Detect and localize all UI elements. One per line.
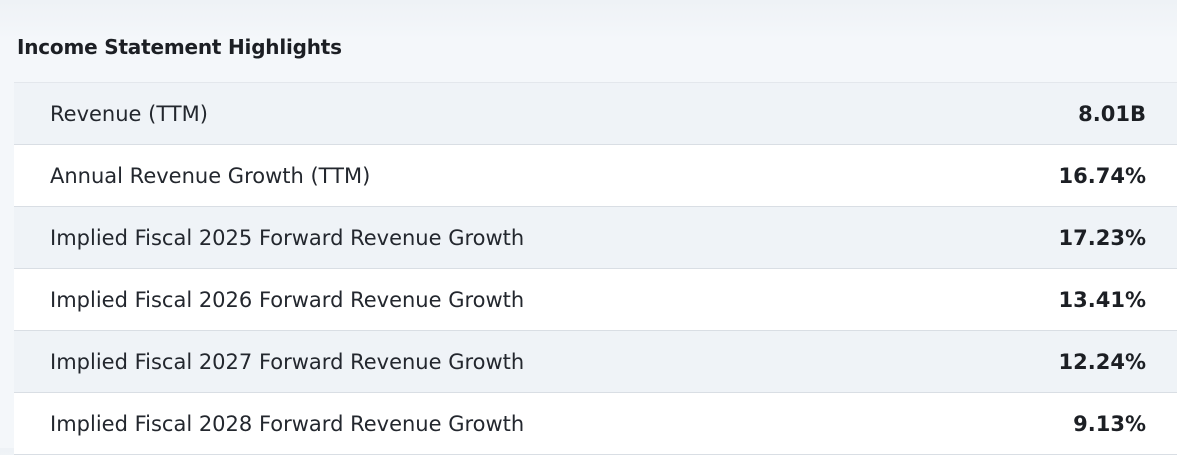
table-row-fiscal-2026-growth: Implied Fiscal 2026 Forward Revenue Grow… bbox=[14, 269, 1177, 331]
row-value: 9.13% bbox=[1073, 411, 1146, 436]
row-value: 12.24% bbox=[1058, 349, 1146, 374]
table-row-fiscal-2025-growth: Implied Fiscal 2025 Forward Revenue Grow… bbox=[14, 207, 1177, 269]
row-label: Implied Fiscal 2026 Forward Revenue Grow… bbox=[50, 287, 525, 312]
table-row-annual-revenue-growth: Annual Revenue Growth (TTM) 16.74% bbox=[14, 145, 1177, 207]
row-value: 16.74% bbox=[1058, 163, 1146, 188]
table-row-fiscal-2028-growth: Implied Fiscal 2028 Forward Revenue Grow… bbox=[14, 393, 1177, 455]
income-statement-highlights-section: Income Statement Highlights Revenue (TTM… bbox=[0, 0, 1177, 455]
row-value: 13.41% bbox=[1058, 287, 1146, 312]
row-label: Implied Fiscal 2028 Forward Revenue Grow… bbox=[50, 411, 525, 436]
row-value: 8.01B bbox=[1078, 101, 1146, 126]
row-label: Implied Fiscal 2025 Forward Revenue Grow… bbox=[50, 225, 525, 250]
table-row-revenue-ttm: Revenue (TTM) 8.01B bbox=[14, 83, 1177, 145]
row-value: 17.23% bbox=[1058, 225, 1146, 250]
row-label: Implied Fiscal 2027 Forward Revenue Grow… bbox=[50, 349, 525, 374]
highlights-table: Revenue (TTM) 8.01B Annual Revenue Growt… bbox=[14, 82, 1177, 455]
table-row-fiscal-2027-growth: Implied Fiscal 2027 Forward Revenue Grow… bbox=[14, 331, 1177, 393]
row-label: Revenue (TTM) bbox=[50, 101, 208, 126]
row-label: Annual Revenue Growth (TTM) bbox=[50, 163, 371, 188]
section-title: Income Statement Highlights bbox=[17, 35, 342, 59]
